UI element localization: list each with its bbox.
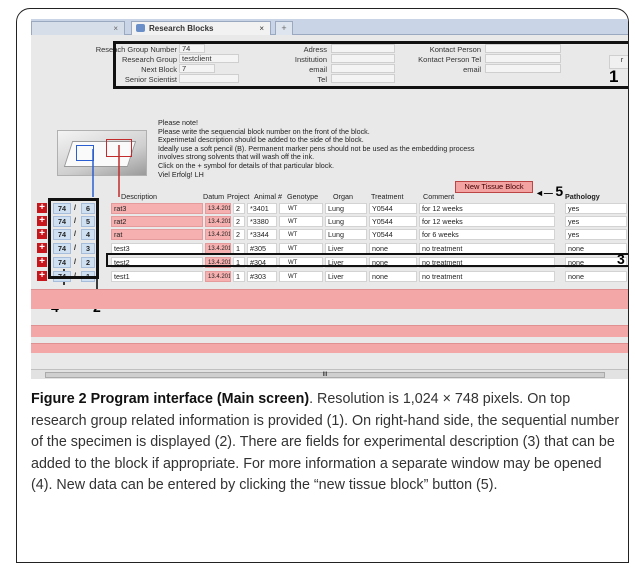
animal-cell[interactable]: *3401 [247,203,277,214]
genotype-cell[interactable]: WT [279,203,323,214]
genotype-cell[interactable]: WT [279,216,323,227]
callout-arrow-5: ◄— 5 [535,183,564,199]
horizontal-scrollbar[interactable]: III [31,369,628,379]
project-cell[interactable]: 2 [233,203,245,214]
genotype-cell[interactable]: WT [279,271,323,282]
genotype-cell[interactable]: WT [279,229,323,240]
scrollbar-thumb[interactable]: III [45,372,605,378]
figure-frame: × Research Blocks × + Reseach Group Numb… [16,8,629,563]
table-row[interactable]: +74/1test113.4.20101#303WTLivernoneno tr… [37,270,627,283]
col-datum: Datum [203,192,225,201]
col-organ: Organ [333,192,353,201]
new-tab-button[interactable]: + [275,21,293,35]
col-pathology: Pathology [565,192,600,201]
empty-row [31,289,628,309]
callout-number-1: 1 [609,67,619,86]
empty-row [31,325,628,337]
details-plus-button[interactable]: + [37,243,47,253]
details-plus-button[interactable]: + [37,271,47,281]
organ-cell[interactable]: Lung [325,216,367,227]
table-row[interactable]: +74/5rat213.4.20102*3380WTLungY0544for 1… [37,215,627,228]
description-cell[interactable]: rat3 [111,203,203,214]
callout-box-2 [48,198,99,279]
pathology-cell[interactable]: yes [565,216,627,227]
callout-number-3: 3 [617,251,625,267]
description-cell[interactable]: rat [111,229,203,240]
empty-row [31,343,628,353]
tab-research-blocks[interactable]: Research Blocks × [131,21,271,35]
tab-bar: × Research Blocks × + [31,19,628,35]
instructions-note: Please note! Please write the sequencial… [158,118,474,179]
col-animal: Animal # [254,192,282,201]
details-plus-button[interactable]: + [37,257,47,267]
col-comment: Comment [423,192,455,201]
col-project: Project [227,192,250,201]
project-cell[interactable]: 2 [233,229,245,240]
app-screen: × Research Blocks × + Reseach Group Numb… [31,19,628,379]
details-plus-button[interactable]: + [37,229,47,239]
side-marker [106,139,132,157]
callout-number-5: 5 [555,183,564,199]
col-treatment: Treatment [371,192,404,201]
comment-cell[interactable]: for 12 weeks [419,216,555,227]
block-photo [57,130,147,176]
tab-label: Research Blocks [149,24,214,33]
tab-close-icon[interactable]: × [113,24,118,33]
tab-close-icon[interactable]: × [259,22,264,35]
col-genotype: Genotype [287,192,319,201]
datum-cell[interactable]: 13.4.2010 [205,216,231,227]
description-cell[interactable]: rat2 [111,216,203,227]
animal-cell[interactable]: #303 [247,271,277,282]
note-line: Click on the + symbol for details of tha… [158,160,334,170]
figure-caption: Figure 2 Program interface (Main screen)… [31,389,627,497]
treatment-cell[interactable]: Y0544 [369,203,417,214]
datum-cell[interactable]: 13.4.2010 [205,229,231,240]
pathology-cell[interactable]: yes [565,203,627,214]
caption-title: Figure 2 Program interface (Main screen) [31,391,310,407]
comment-cell[interactable]: for 12 weeks [419,203,555,214]
pathology-cell[interactable]: yes [565,229,627,240]
callout-box-1 [113,41,628,89]
organ-cell[interactable]: Liver [325,271,367,282]
details-plus-button[interactable]: + [37,203,47,213]
project-cell[interactable]: 1 [233,271,245,282]
table-row[interactable]: +74/4rat13.4.20102*3344WTLungY0544for 6 … [37,228,627,241]
tab-previous[interactable]: × [31,21,125,35]
treatment-cell[interactable]: Y0544 [369,216,417,227]
details-plus-button[interactable]: + [37,216,47,226]
comment-cell[interactable]: for 6 weeks [419,229,555,240]
pathology-cell[interactable]: none [565,271,627,282]
front-marker [76,145,94,161]
animal-cell[interactable]: *3380 [247,216,277,227]
note-line: Viel Erfolg! LH [158,169,204,179]
animal-cell[interactable]: *3344 [247,229,277,240]
table-row[interactable]: +74/6rat313.4.20102*3401WTLungY0544for 1… [37,202,627,215]
project-cell[interactable]: 2 [233,216,245,227]
datum-cell[interactable]: 13.4.2010 [205,271,231,282]
organ-cell[interactable]: Lung [325,229,367,240]
description-cell[interactable]: test1 [111,271,203,282]
organ-cell[interactable]: Lung [325,203,367,214]
datum-cell[interactable]: 13.4.2010 [205,203,231,214]
treatment-cell[interactable]: Y0544 [369,229,417,240]
new-tissue-block-button[interactable]: New Tissue Block [455,181,533,193]
col-description: Description [121,192,157,201]
form-icon [136,24,145,32]
comment-cell[interactable]: no treatment [419,271,555,282]
treatment-cell[interactable]: none [369,271,417,282]
callout-box-3 [106,253,628,267]
